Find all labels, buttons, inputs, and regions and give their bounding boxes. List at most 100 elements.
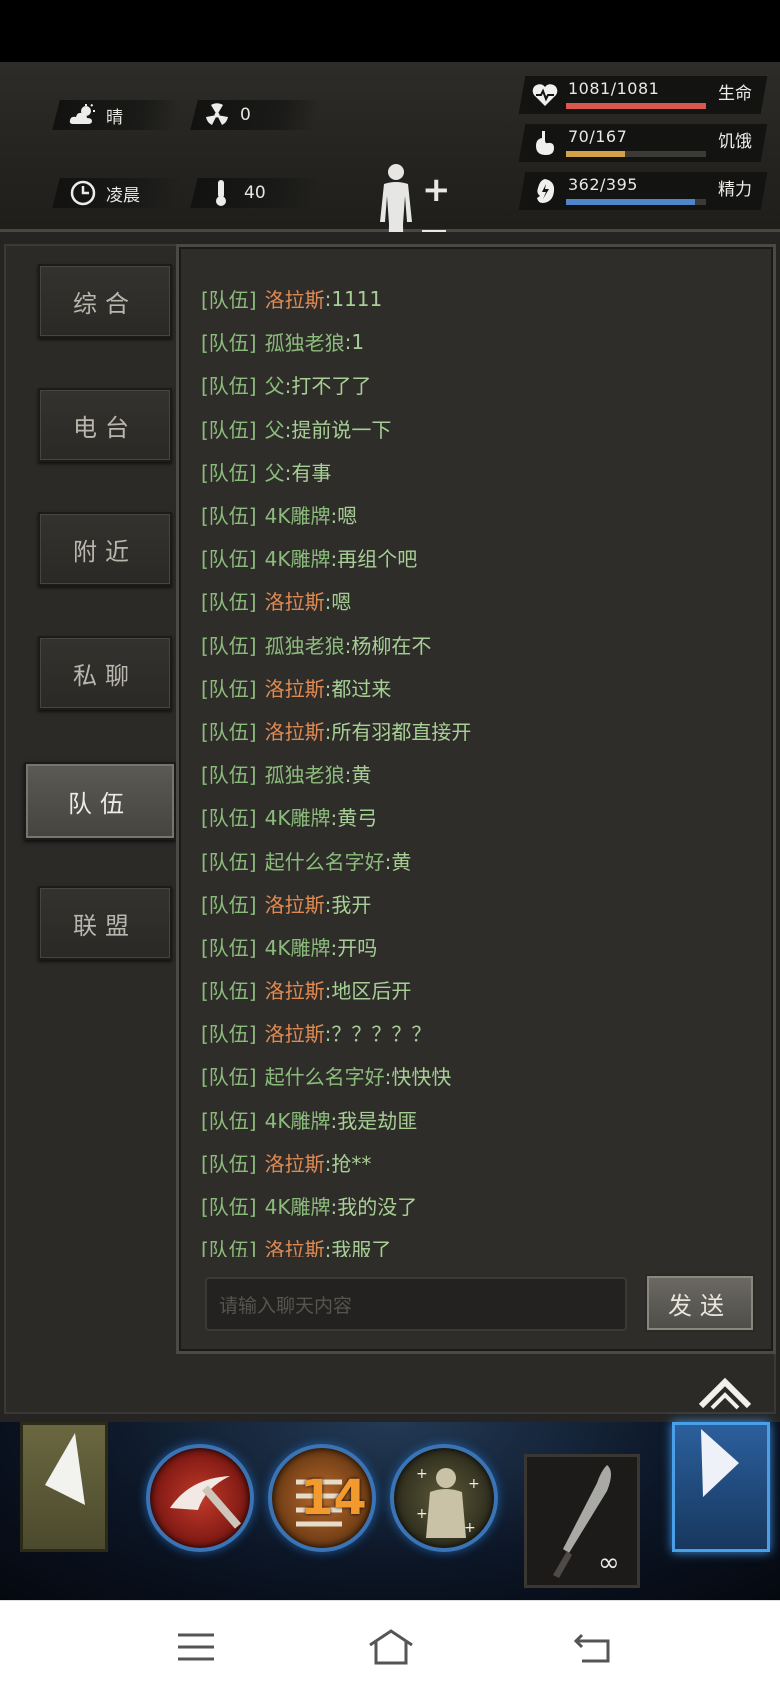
svg-text:+: + [416, 1466, 428, 1482]
stomach-icon [532, 130, 558, 156]
chat-message: [队伍] 4K雕牌:我的没了 [201, 1184, 761, 1227]
energy-stat: 362/395 精力 [518, 172, 780, 212]
tab-nearby[interactable]: 附近 [38, 512, 172, 586]
chat-message-text: :打不了了 [284, 374, 372, 399]
chat-message: [队伍] 洛拉斯:1111 [201, 277, 761, 320]
chat-message-text: :抢** [324, 1151, 372, 1176]
chat-sender-name[interactable]: 孤独老狼 [265, 630, 345, 659]
collapse-chevron-icon[interactable] [698, 1372, 752, 1412]
chat-sender-name[interactable]: 洛拉斯 [265, 1148, 325, 1177]
chat-sender-name[interactable]: 父 [265, 370, 285, 399]
chat-sender-name[interactable]: 4K雕牌 [265, 543, 331, 572]
chat-channel-tag: [队伍] [201, 763, 257, 788]
time-of-day-text: 凌晨 [106, 185, 140, 206]
system-navigation-bar [0, 1600, 780, 1691]
chat-message-text: :嗯 [330, 504, 358, 529]
plus-icon[interactable]: + [422, 170, 451, 210]
heart-icon [532, 82, 558, 108]
chat-channel-tag: [队伍] [201, 849, 257, 874]
tab-radio[interactable]: 电台 [38, 388, 172, 462]
chat-message-text: :所有羽都直接开 [324, 719, 472, 744]
weather-pill: 晴 [52, 100, 182, 130]
chat-message: [队伍] 起什么名字好:黄 [201, 838, 761, 881]
tab-private[interactable]: 私聊 [38, 636, 172, 710]
chat-message-text: :黄 [384, 849, 412, 874]
tab-alliance[interactable]: 联盟 [38, 886, 172, 960]
weapon-slot[interactable] [524, 1454, 640, 1588]
chat-message: [队伍] 父:提前说一下 [201, 407, 761, 450]
chat-channel-tag: [队伍] [201, 892, 257, 917]
chat-sender-name[interactable]: 起什么名字好 [265, 1061, 385, 1090]
chat-sender-name[interactable]: 4K雕牌 [265, 802, 331, 831]
chat-sender-name[interactable]: 孤独老狼 [265, 327, 345, 356]
menu-icon[interactable] [174, 1627, 218, 1667]
chat-sender-name[interactable]: 4K雕牌 [265, 932, 331, 961]
chat-channel-tag: [队伍] [201, 1238, 257, 1257]
chat-channel-tag: [队伍] [201, 288, 257, 313]
chat-sender-name[interactable]: 4K雕牌 [265, 1105, 331, 1134]
chat-message: [队伍] 洛拉斯:？？？？？ [201, 1011, 761, 1054]
chat-sender-name[interactable]: 洛拉斯 [265, 586, 325, 615]
chat-sender-name[interactable]: 洛拉斯 [265, 1018, 325, 1047]
chat-channel-tag: [队伍] [201, 374, 257, 399]
chat-message: [队伍] 洛拉斯:我开 [201, 882, 761, 925]
home-icon[interactable] [366, 1627, 416, 1667]
chat-sender-name[interactable]: 洛拉斯 [265, 716, 325, 745]
health-label: 生命 [718, 84, 752, 104]
chat-channel-tag: [队伍] [201, 590, 257, 615]
left-arrow-icon [45, 1433, 85, 1505]
chat-channel-tag: [队伍] [201, 806, 257, 831]
back-icon[interactable] [572, 1627, 616, 1667]
chat-sender-name[interactable]: 洛拉斯 [265, 1234, 325, 1257]
chat-channel-tag: [队伍] [201, 676, 257, 701]
heal-body-icon: + + + + [416, 1466, 480, 1538]
send-button[interactable]: 发送 [645, 1274, 755, 1332]
time-pill: 凌晨 [52, 178, 182, 208]
heal-skill-button[interactable]: + + + + [390, 1444, 498, 1552]
next-page-button[interactable] [672, 1422, 770, 1552]
chat-channel-tag: [队伍] [201, 1151, 257, 1176]
chat-sender-name[interactable]: 洛拉斯 [265, 975, 325, 1004]
clock-icon [68, 178, 98, 208]
chat-channel-tag: [队伍] [201, 1065, 257, 1090]
thermometer-icon [206, 178, 236, 208]
chat-sender-name[interactable]: 起什么名字好 [265, 846, 385, 875]
chat-sender-name[interactable]: 洛拉斯 [265, 284, 325, 313]
svg-text:+: + [416, 1506, 428, 1522]
chat-channel-tag: [队伍] [201, 633, 257, 658]
chat-message: [队伍] 洛拉斯:我服了 [201, 1227, 761, 1257]
chat-sender-name[interactable]: 父 [265, 457, 285, 486]
energy-bar [566, 199, 695, 205]
prev-page-button[interactable] [20, 1422, 108, 1552]
chat-sender-name[interactable]: 4K雕牌 [265, 1191, 331, 1220]
chat-channel-tag: [队伍] [201, 1022, 257, 1047]
chat-message-text: :再组个吧 [330, 547, 418, 572]
chat-channel-tag: [队伍] [201, 460, 257, 485]
chat-message: [队伍] 4K雕牌:黄弓 [201, 795, 761, 838]
weapon-durability: ∞ [598, 1548, 620, 1578]
radiation-icon [202, 100, 232, 130]
chat-message-text: :地区后开 [324, 979, 412, 1004]
chat-message-text: :提前说一下 [284, 417, 392, 442]
tab-general[interactable]: 综合 [38, 264, 172, 338]
chat-message-list[interactable]: [队伍] 洛拉斯:1111 [队伍] 孤独老狼:1 [队伍] 父:打不了了 [队伍] 父:提前… [201, 277, 761, 1257]
attack-skill-button[interactable] [146, 1444, 254, 1552]
chat-input[interactable]: 请输入聊天内容 [205, 1277, 627, 1331]
chat-message-text: :杨柳在不 [344, 633, 432, 658]
chat-message: [队伍] 父:有事 [201, 450, 761, 493]
chat-sender-name[interactable]: 洛拉斯 [265, 889, 325, 918]
hunger-bar [566, 151, 625, 157]
chat-sender-name[interactable]: 孤独老狼 [265, 759, 345, 788]
tab-team[interactable]: 队伍 [24, 762, 176, 840]
chat-message-text: :1 [344, 329, 365, 354]
chat-message-text: :黄 [344, 763, 372, 788]
chat-sender-name[interactable]: 父 [265, 414, 285, 443]
cloud-sun-icon [68, 100, 98, 130]
chat-sender-name[interactable]: 洛拉斯 [265, 673, 325, 702]
status-header: 晴 0 凌晨 40 + 1081/1081 生命 70/167 饥饿 362/3… [0, 62, 780, 278]
chat-message: [队伍] 起什么名字好:快快快 [201, 1054, 761, 1097]
energy-label: 精力 [718, 180, 752, 200]
chat-message: [队伍] 洛拉斯:嗯 [201, 579, 761, 622]
chat-message: [队伍] 4K雕牌:再组个吧 [201, 536, 761, 579]
chat-sender-name[interactable]: 4K雕牌 [265, 500, 331, 529]
